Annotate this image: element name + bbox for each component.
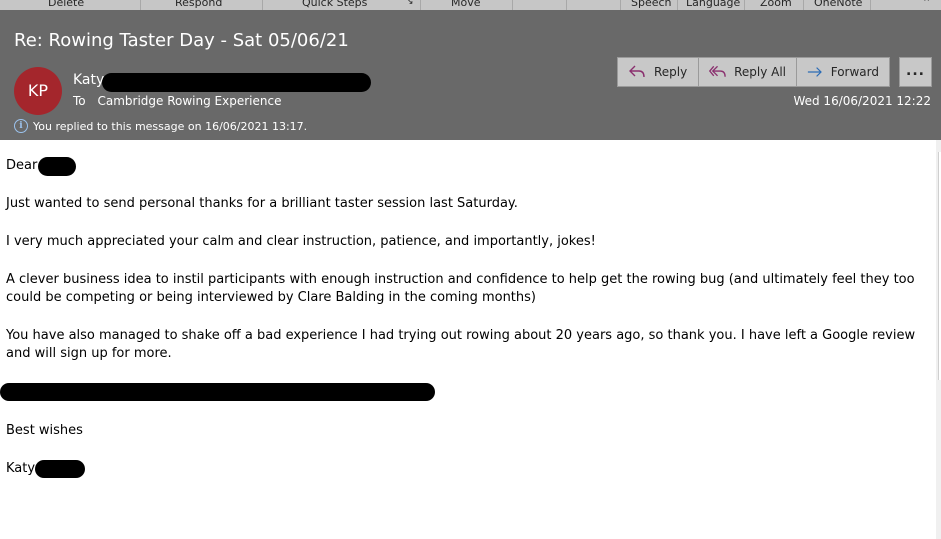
- reply-all-icon: [709, 65, 726, 77]
- dialog-launcher-icon[interactable]: ↘: [406, 0, 414, 10]
- more-actions-button[interactable]: ...: [899, 57, 932, 87]
- ribbon-group-speech: Speech: [631, 0, 672, 9]
- body-paragraph: Just wanted to send personal thanks for …: [6, 196, 518, 211]
- collapse-ribbon-icon[interactable]: ⌃: [922, 0, 931, 10]
- ribbon-group-delete: Delete: [48, 0, 85, 9]
- ribbon-separator: [744, 0, 745, 10]
- recipient-name[interactable]: Cambridge Rowing Experience: [97, 94, 281, 108]
- ribbon-group-zoom: Zoom: [760, 0, 792, 9]
- ribbon-separator: [420, 0, 421, 10]
- closing: Best wishes: [6, 423, 83, 438]
- ribbon-group-onenote: OneNote: [814, 0, 863, 9]
- message-header: Re: Rowing Taster Day - Sat 05/06/21 KP …: [0, 10, 941, 140]
- reply-info-bar[interactable]: i You replied to this message on 16/06/2…: [14, 119, 307, 133]
- body-paragraph: A clever business idea to instil partici…: [6, 272, 915, 305]
- forward-arrow-icon: [807, 67, 822, 77]
- signature: Katy: [6, 461, 36, 476]
- reply-all-label: Reply All: [734, 65, 786, 79]
- greeting: Dear: [6, 158, 38, 173]
- redacted-signature-surname: [35, 460, 85, 478]
- forward-button[interactable]: Forward: [796, 57, 890, 87]
- reply-label: Reply: [654, 65, 688, 79]
- reply-icon: [629, 65, 645, 78]
- ribbon-separator: [620, 0, 621, 10]
- reply-info-text: You replied to this message on 16/06/202…: [33, 119, 308, 133]
- ribbon-group-language: Language: [686, 0, 741, 9]
- ribbon-group-quick-steps: Quick Steps: [302, 0, 368, 9]
- ribbon-separator: [870, 0, 871, 10]
- ribbon-separator: [512, 0, 513, 10]
- to-label: To: [73, 94, 86, 108]
- ribbon-separator: [803, 0, 804, 10]
- body-paragraph: I very much appreciated your calm and cl…: [6, 234, 596, 249]
- forward-label: Forward: [830, 65, 879, 79]
- reply-button[interactable]: Reply: [617, 57, 699, 87]
- message-actions: Reply Reply All Forward: [617, 57, 890, 87]
- redacted-sender-address: [102, 73, 371, 92]
- ribbon-group-respond: Respond: [175, 0, 223, 9]
- ribbon-separator: [262, 0, 263, 10]
- ribbon-separator: [677, 0, 678, 10]
- body-paragraph: You have also managed to shake off a bad…: [6, 328, 916, 361]
- info-icon: i: [14, 119, 28, 133]
- ribbon-separator: [140, 0, 141, 10]
- sender-avatar[interactable]: KP: [14, 67, 62, 115]
- message-subject: Re: Rowing Taster Day - Sat 05/06/21: [14, 30, 349, 51]
- ribbon-group-move: Move: [451, 0, 481, 9]
- sent-date: Wed 16/06/2021 12:22: [793, 94, 931, 108]
- redacted-line: [0, 383, 435, 401]
- ribbon-separator: [566, 0, 567, 10]
- recipient-line: To Cambridge Rowing Experience: [73, 94, 281, 108]
- redacted-recipient-name: [38, 157, 76, 176]
- sender-name[interactable]: Katy: [73, 72, 104, 88]
- reply-all-button[interactable]: Reply All: [698, 57, 797, 87]
